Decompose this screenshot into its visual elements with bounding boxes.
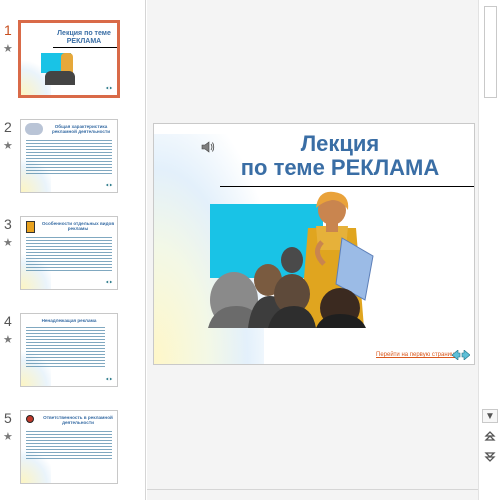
scrollbar-thumb[interactable] bbox=[484, 6, 497, 98]
notes-pane-divider[interactable] bbox=[147, 489, 478, 490]
slide-thumbnail-image: Ненадлежащая реклама ⯇⯈ bbox=[20, 313, 118, 387]
vertical-scrollbar[interactable]: ▼ bbox=[478, 0, 500, 500]
animation-star-icon: ★ bbox=[3, 140, 13, 152]
animation-star-icon: ★ bbox=[3, 431, 13, 443]
slide-thumbnail-2[interactable]: 2 ★ Общая характеристика рекламной деяте… bbox=[0, 117, 146, 203]
scroll-down-button[interactable]: ▼ bbox=[482, 409, 498, 423]
slide-number: 1 bbox=[4, 22, 12, 38]
slide-thumbnail-image: Особенности отдельных видов рекламы ⯇⯈ bbox=[20, 216, 118, 290]
next-slide-button[interactable] bbox=[482, 451, 498, 465]
animation-star-icon: ★ bbox=[3, 43, 13, 55]
slide-title-line-2: по теме РЕКЛАМА bbox=[240, 155, 440, 180]
thumbnail-title: Особенности отдельных видов рекламы bbox=[41, 221, 115, 231]
slide-thumbnail-image: Лекция по теме РЕКЛАМА ⯇⯈ bbox=[18, 20, 120, 98]
slide-thumbnail-5[interactable]: 5 ★ Ответственность в рекламной деятельн… bbox=[0, 408, 146, 494]
slide-number: 2 bbox=[4, 119, 12, 135]
thumbnail-title: Ответственность в рекламной деятельности bbox=[43, 415, 113, 425]
slide-number: 5 bbox=[4, 410, 12, 426]
thumbnail-title: Ненадлежащая реклама bbox=[41, 318, 97, 323]
slide-title-line-1: Лекция bbox=[300, 131, 380, 156]
animation-star-icon: ★ bbox=[3, 237, 13, 249]
slide-number: 4 bbox=[4, 313, 12, 329]
slide-thumbnail-pane: 1 ★ Лекция по теме РЕКЛАМА ⯇⯈ 2 ★ Общая … bbox=[0, 0, 146, 500]
double-chevron-down-icon bbox=[484, 452, 496, 462]
slide-thumbnail-3[interactable]: 3 ★ Особенности отдельных видов рекламы … bbox=[0, 214, 146, 300]
business-meeting-clipart bbox=[208, 191, 374, 328]
slide-thumbnail-image: Общая характеристика рекламной деятельно… bbox=[20, 119, 118, 193]
double-chevron-up-icon bbox=[484, 431, 496, 441]
slide-thumbnail-image: Ответственность в рекламной деятельности bbox=[20, 410, 118, 484]
navigation-arrows-icon[interactable] bbox=[452, 350, 470, 360]
slide-thumbnail-1[interactable]: 1 ★ Лекция по теме РЕКЛАМА ⯇⯈ bbox=[0, 20, 146, 106]
animation-star-icon: ★ bbox=[3, 334, 13, 346]
thumbnail-title: Общая характеристика рекламной деятельно… bbox=[51, 124, 111, 134]
slide-thumbnail-4[interactable]: 4 ★ Ненадлежащая реклама ⯇⯈ bbox=[0, 311, 146, 397]
slide-number: 3 bbox=[4, 216, 12, 232]
previous-slide-button[interactable] bbox=[482, 430, 498, 444]
title-underline bbox=[220, 186, 474, 187]
current-slide[interactable]: Лекция по теме РЕКЛАМА Перейти на первую… bbox=[153, 123, 475, 365]
slide-title[interactable]: Лекция по теме РЕКЛАМА bbox=[206, 132, 474, 180]
thumbnail-title: Лекция по теме РЕКЛАМА bbox=[57, 30, 111, 45]
first-page-link[interactable]: Перейти на первую страницу bbox=[376, 352, 457, 358]
